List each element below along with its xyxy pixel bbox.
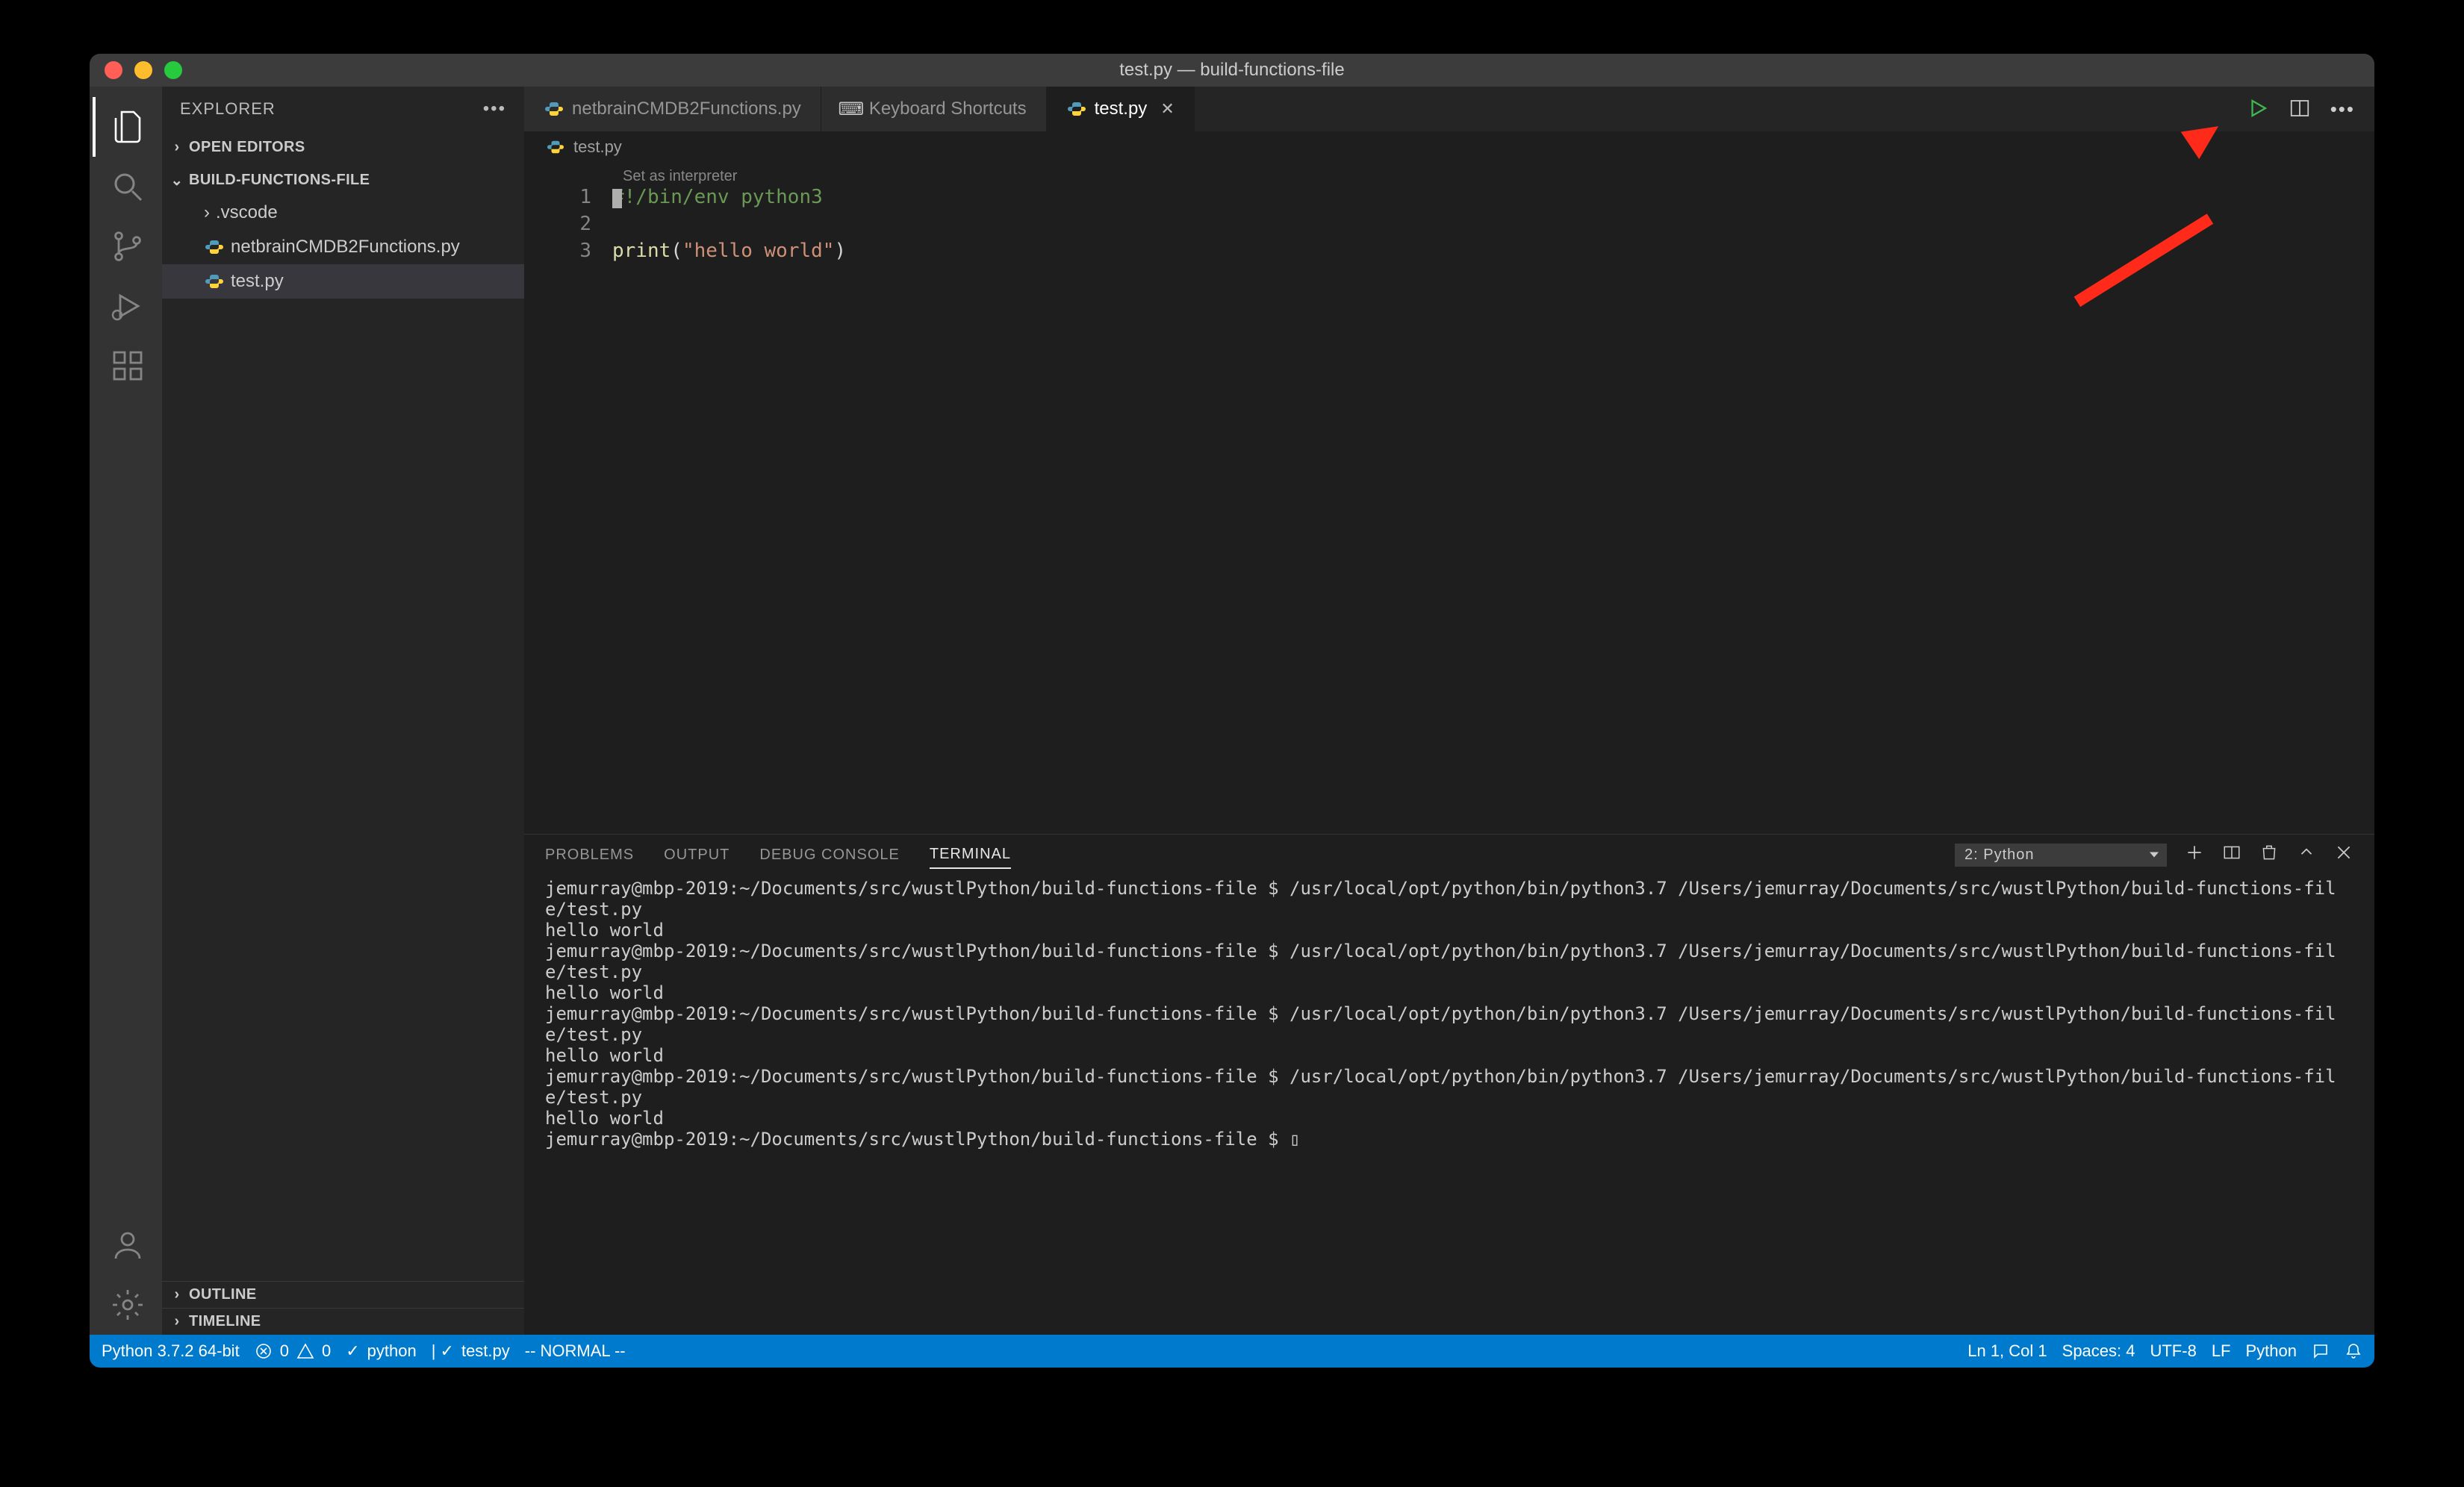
split-terminal-button[interactable]	[2222, 843, 2241, 867]
panel-tab-terminal[interactable]: TERMINAL	[930, 841, 1011, 869]
editor-group: netbrainCMDB2Functions.py ⌨ Keyboard Sho…	[524, 87, 2374, 1335]
status-vim-mode: -- NORMAL --	[525, 1341, 626, 1361]
status-notifications-icon[interactable]	[2345, 1342, 2362, 1360]
editor-cursor	[612, 189, 622, 208]
terminal-output[interactable]: jemurray@mbp-2019:~/Documents/src/wustlP…	[524, 875, 2374, 1335]
status-problems[interactable]: 0 0	[255, 1341, 332, 1361]
extensions-activity[interactable]	[93, 336, 162, 396]
status-cursor-position[interactable]: Ln 1, Col 1	[1967, 1341, 2047, 1361]
status-tests-python[interactable]: ✓ python	[346, 1341, 417, 1361]
gear-icon	[110, 1287, 146, 1323]
split-editor-button[interactable]	[2289, 97, 2311, 122]
play-bug-icon	[110, 288, 146, 324]
timeline-section[interactable]: ›TIMELINE	[162, 1308, 524, 1335]
window-title: test.py — build-functions-file	[90, 60, 2374, 81]
tab-keyboard-shortcuts[interactable]: ⌨ Keyboard Shortcuts	[821, 87, 1047, 131]
maximize-panel-button[interactable]	[2297, 843, 2316, 867]
status-eol[interactable]: LF	[2212, 1341, 2231, 1361]
close-panel-button[interactable]	[2334, 843, 2353, 867]
settings-activity[interactable]	[93, 1275, 162, 1335]
vscode-window: test.py — build-functions-file	[90, 54, 2374, 1368]
status-language[interactable]: Python	[2246, 1341, 2297, 1361]
files-icon	[110, 109, 146, 145]
breadcrumb[interactable]: test.py	[524, 131, 2374, 163]
code-lens-hint[interactable]: Set as interpreter	[623, 163, 737, 190]
bottom-panel: PROBLEMS OUTPUT DEBUG CONSOLE TERMINAL 2…	[524, 834, 2374, 1335]
close-window[interactable]	[105, 61, 122, 79]
maximize-window[interactable]	[164, 61, 182, 79]
line-numbers: 1 2 3	[524, 163, 612, 834]
explorer-activity[interactable]	[93, 97, 162, 157]
scm-activity[interactable]	[93, 216, 162, 276]
activity-bar	[90, 87, 162, 1335]
panel-tab-output[interactable]: OUTPUT	[664, 842, 729, 868]
terminal-selector[interactable]: 2: Python	[1955, 844, 2167, 867]
tree-folder-vscode[interactable]: › .vscode	[162, 196, 524, 230]
folder-section[interactable]: ⌄BUILD-FUNCTIONS-FILE	[162, 166, 524, 194]
close-tab-icon[interactable]: ✕	[1160, 99, 1174, 119]
open-editors-section[interactable]: ›OPEN EDITORS	[162, 134, 524, 160]
panel-tabs: PROBLEMS OUTPUT DEBUG CONSOLE TERMINAL 2…	[524, 835, 2374, 875]
python-file-icon	[204, 271, 225, 292]
panel-tab-debug-console[interactable]: DEBUG CONSOLE	[759, 842, 899, 868]
explorer-sidebar: EXPLORER ••• ›OPEN EDITORS ⌄BUILD-FUNCTI…	[162, 87, 524, 1335]
status-tests-file[interactable]: | ✓ test.py	[432, 1341, 510, 1361]
status-indent[interactable]: Spaces: 4	[2062, 1341, 2135, 1361]
new-terminal-button[interactable]	[2185, 843, 2204, 867]
python-file-icon	[544, 99, 564, 119]
status-encoding[interactable]: UTF-8	[2150, 1341, 2196, 1361]
tab-netbrain[interactable]: netbrainCMDB2Functions.py	[524, 87, 821, 131]
panel-tab-problems[interactable]: PROBLEMS	[545, 842, 634, 868]
sidebar-title: EXPLORER	[180, 99, 276, 119]
kill-terminal-button[interactable]	[2259, 843, 2279, 867]
run-file-button[interactable]	[2247, 97, 2269, 122]
window-controls	[105, 61, 182, 79]
sidebar-more-icon[interactable]: •••	[483, 99, 506, 119]
titlebar[interactable]: test.py — build-functions-file	[90, 54, 2374, 87]
tree-file-netbrain[interactable]: netbrainCMDB2Functions.py	[162, 230, 524, 264]
python-file-icon	[545, 137, 566, 158]
minimize-window[interactable]	[134, 61, 152, 79]
keyboard-icon: ⌨	[841, 99, 862, 119]
status-feedback-icon[interactable]	[2312, 1342, 2330, 1360]
status-python-interpreter[interactable]: Python 3.7.2 64-bit	[102, 1341, 240, 1361]
extensions-icon	[110, 348, 146, 384]
search-icon	[110, 169, 146, 205]
chevron-right-icon: ›	[204, 202, 210, 223]
error-icon	[255, 1342, 273, 1360]
search-activity[interactable]	[93, 157, 162, 216]
python-file-icon	[1066, 99, 1087, 119]
code-content[interactable]: #!/bin/env python3 print("hello world")	[612, 163, 846, 834]
account-activity[interactable]	[93, 1215, 162, 1275]
outline-section[interactable]: ›OUTLINE	[162, 1281, 524, 1308]
tab-test-py[interactable]: test.py ✕	[1047, 87, 1195, 131]
account-icon	[110, 1227, 146, 1263]
code-editor[interactable]: Set as interpreter 1 2 3 #!/bin/env pyth…	[524, 163, 2374, 834]
branch-icon	[110, 228, 146, 264]
warning-icon	[296, 1342, 314, 1360]
editor-tabs: netbrainCMDB2Functions.py ⌨ Keyboard Sho…	[524, 87, 2374, 131]
tree-file-test[interactable]: test.py	[162, 264, 524, 299]
python-file-icon	[204, 237, 225, 258]
more-actions-icon[interactable]: •••	[2330, 98, 2355, 121]
debug-activity[interactable]	[93, 276, 162, 336]
sidebar-header: EXPLORER •••	[162, 87, 524, 131]
status-bar: Python 3.7.2 64-bit 0 0 ✓ python | ✓ tes…	[90, 1335, 2374, 1368]
